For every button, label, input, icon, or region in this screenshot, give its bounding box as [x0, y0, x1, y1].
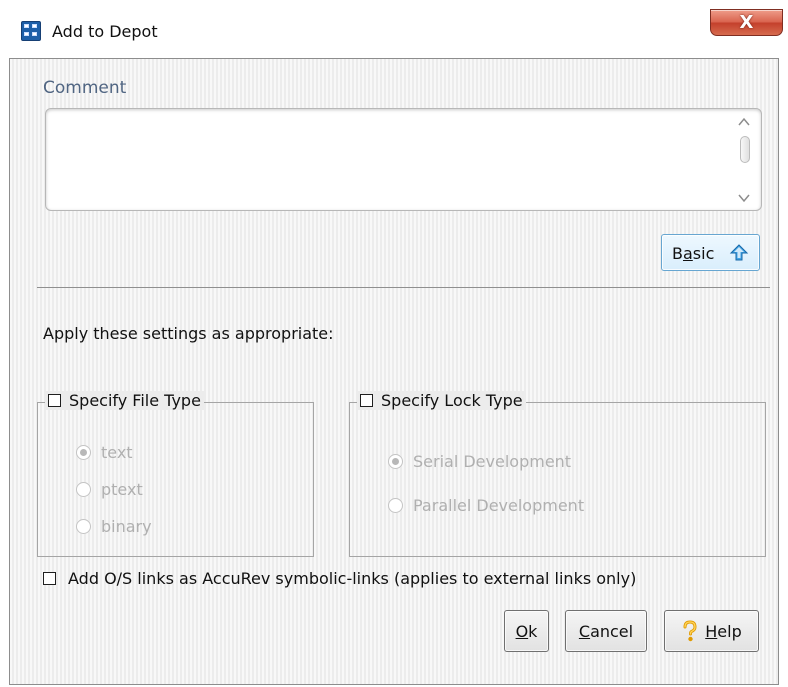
symlink-option[interactable]: Add O/S links as AccuRev symbolic-links …	[43, 569, 636, 588]
file-type-text-label: text	[101, 443, 133, 462]
file-type-group-title[interactable]: Specify File Type	[45, 391, 204, 410]
file-type-ptext-label: ptext	[101, 480, 143, 499]
ok-button-label: Ok	[515, 622, 538, 641]
lock-type-serial-option[interactable]: Serial Development	[388, 452, 571, 471]
lock-type-group-title[interactable]: Specify Lock Type	[357, 391, 526, 410]
comment-box	[45, 108, 762, 211]
close-button[interactable]: X	[710, 9, 783, 36]
section-separator	[37, 287, 770, 288]
specify-lock-type-checkbox[interactable]	[360, 394, 373, 407]
scroll-down-arrow-icon[interactable]	[737, 191, 751, 205]
lock-type-group: Specify Lock Type Serial Development Par…	[349, 391, 766, 557]
radio-serial-development[interactable]	[388, 454, 403, 469]
radio-parallel-development[interactable]	[388, 498, 403, 513]
file-type-ptext-option[interactable]: ptext	[76, 480, 143, 499]
file-type-group: Specify File Type text ptext binary	[37, 391, 314, 557]
cancel-button[interactable]: Cancel	[565, 610, 647, 652]
symlink-checkbox[interactable]	[43, 572, 56, 585]
apply-settings-text: Apply these settings as appropriate:	[43, 324, 334, 343]
lock-type-parallel-option[interactable]: Parallel Development	[388, 496, 584, 515]
file-type-text-option[interactable]: text	[76, 443, 133, 462]
comment-label: Comment	[43, 78, 127, 98]
radio-ptext[interactable]	[76, 482, 91, 497]
comment-input[interactable]	[46, 109, 734, 209]
title-bar[interactable]: Add to Depot X	[0, 0, 788, 58]
radio-binary[interactable]	[76, 519, 91, 534]
ok-button[interactable]: Ok	[504, 610, 549, 652]
specify-lock-type-label: Specify Lock Type	[381, 391, 523, 410]
radio-text[interactable]	[76, 445, 91, 460]
up-arrow-icon	[729, 244, 749, 261]
help-button-label: Help	[705, 622, 742, 641]
help-button[interactable]: Help	[664, 610, 759, 652]
basic-button-label: Basic	[672, 244, 715, 263]
window-title: Add to Depot	[52, 22, 158, 41]
specify-file-type-label: Specify File Type	[69, 391, 201, 410]
app-icon	[21, 21, 41, 41]
cancel-button-label: Cancel	[578, 622, 634, 641]
add-to-depot-dialog: Add to Depot X Comment Basic Apply these	[0, 0, 788, 687]
close-icon: X	[739, 12, 754, 33]
specify-file-type-checkbox[interactable]	[48, 394, 61, 407]
comment-scrollbar-thumb[interactable]	[740, 136, 750, 163]
scroll-up-arrow-icon[interactable]	[737, 115, 751, 129]
serial-development-label: Serial Development	[413, 452, 572, 471]
file-type-binary-option[interactable]: binary	[76, 517, 152, 536]
basic-button[interactable]: Basic	[661, 234, 760, 271]
file-type-binary-label: binary	[101, 517, 152, 536]
symlink-label: Add O/S links as AccuRev symbolic-links …	[68, 569, 637, 588]
parallel-development-label: Parallel Development	[413, 496, 585, 515]
dialog-content: Comment Basic Apply these settings as ap…	[9, 58, 779, 685]
